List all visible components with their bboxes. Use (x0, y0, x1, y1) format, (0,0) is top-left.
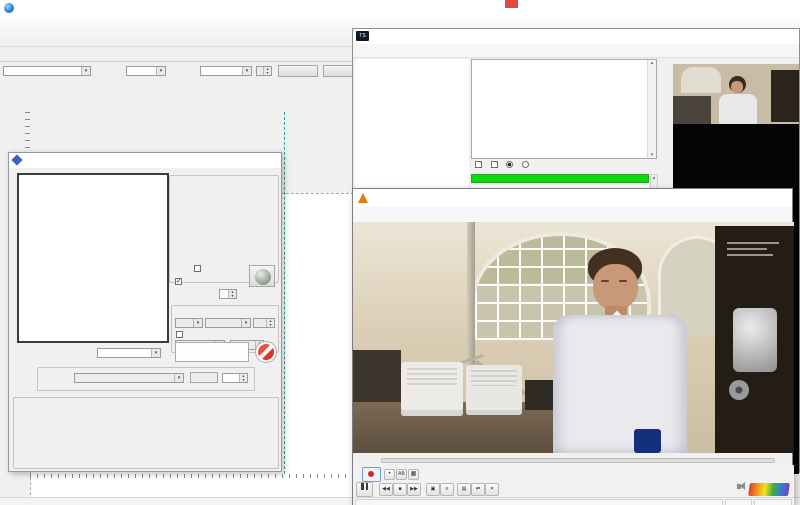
port-spinner[interactable] (253, 318, 275, 328)
vlc-controls: • AB ▦ ◀◀ ■ ▶▶ ▣ ≡ ▤ ⇄ ✕ (353, 465, 794, 497)
loop-button[interactable]: ⇄ (471, 483, 485, 496)
crazyscan-titlebar (0, 0, 800, 17)
dot-size-spinner[interactable] (219, 289, 237, 299)
background-close-button-fragment[interactable] (505, 0, 518, 8)
active-pids-row (471, 161, 657, 173)
thumb-window (681, 67, 721, 93)
previous-button[interactable]: ◀◀ (379, 483, 393, 496)
microphone-flag (634, 429, 661, 453)
detect-interval-spinner[interactable] (222, 373, 248, 383)
tsreader-titlebar[interactable]: TS (353, 29, 799, 44)
globe-button[interactable] (249, 265, 275, 287)
vlc-video-frame[interactable] (353, 222, 794, 453)
positioner-button[interactable] (278, 65, 318, 77)
carrier-search-dialog (8, 152, 282, 472)
dialog-help-button[interactable] (253, 155, 265, 166)
pid-rate-bar (471, 174, 649, 183)
exhibition-banner (715, 226, 794, 453)
snapshot-button[interactable]: • (384, 469, 395, 480)
exhibit-device-1 (401, 362, 463, 416)
volume-icon[interactable] (737, 484, 741, 489)
stream-to-file-checkbox[interactable] (176, 331, 186, 339)
blind-results-group (13, 397, 279, 469)
sort-by-pid-radio[interactable] (522, 163, 532, 169)
tsreader-menubar (353, 44, 799, 58)
pls-search-checkbox[interactable] (194, 265, 204, 273)
vlc-statusbar (353, 497, 794, 505)
globe-icon (255, 269, 271, 285)
info-scrollbar[interactable] (647, 60, 656, 158)
exhibit-device-2 (466, 365, 522, 415)
dialog-titlebar[interactable] (9, 153, 281, 168)
sort-by-rate-radio[interactable] (506, 163, 516, 169)
seek-slider[interactable] (381, 458, 775, 463)
vlc-menubar (353, 207, 792, 223)
thumb-equipment (673, 96, 711, 124)
sort-descending-checkbox[interactable] (491, 163, 501, 169)
vlc-cone-icon (358, 193, 368, 203)
vlc-minimize-button[interactable] (734, 189, 752, 205)
stop-button[interactable]: ■ (393, 483, 407, 496)
detect-button[interactable] (190, 372, 218, 383)
blind-search-checkbox[interactable] (175, 278, 185, 285)
protocol-select[interactable] (175, 318, 203, 328)
pause-button[interactable] (356, 482, 373, 497)
banner-device-image (733, 308, 777, 372)
tsreader-tree (355, 59, 469, 190)
iqscan-select[interactable] (97, 348, 161, 358)
dialog-close-button[interactable] (267, 155, 279, 166)
thumb-presenter-face (731, 81, 743, 93)
exhibit-device-3 (525, 380, 553, 410)
vlc-seek-row (353, 453, 794, 465)
next-button[interactable]: ▶▶ (407, 483, 421, 496)
tsreader-info-pane (471, 59, 657, 159)
tuner-select[interactable] (3, 66, 91, 76)
screen: TS ▴ (0, 0, 800, 505)
stream-url (355, 499, 723, 505)
random-button[interactable]: ✕ (485, 483, 499, 496)
vlc-maximize-button[interactable] (753, 189, 771, 205)
banner-wheel-image (729, 380, 749, 400)
tv-logo (748, 483, 790, 496)
vlc-titlebar[interactable] (353, 189, 792, 207)
x-axis-minor-ticks (30, 474, 352, 478)
presenter-shirt (553, 315, 687, 453)
modcode-select[interactable] (74, 373, 184, 383)
extended-settings-button[interactable]: ≡ (440, 483, 454, 496)
video-decode-thumbnail (673, 64, 799, 124)
constellation-icon (11, 154, 22, 165)
stop-icon[interactable] (256, 342, 276, 362)
vlc-window: • AB ▦ ◀◀ ■ ▶▶ ▣ ≡ ▤ ⇄ ✕ (352, 188, 793, 505)
tsreader-icon: TS (356, 31, 369, 41)
disabled-checkbox[interactable] (475, 163, 485, 169)
carrier-marker-line (284, 112, 285, 474)
constellation-plot (17, 173, 169, 343)
record-button[interactable] (362, 467, 381, 482)
thumb-presenter-shirt (719, 94, 757, 124)
diseqc1x-select[interactable] (200, 66, 252, 76)
counter-display (175, 342, 249, 362)
vlc-close-button[interactable] (772, 189, 790, 205)
loop-ab-button[interactable]: AB (396, 469, 407, 480)
modcode-filter-group (37, 367, 255, 391)
crazyscan-app-icon (4, 3, 14, 13)
fullscreen-button[interactable]: ▣ (426, 483, 440, 496)
diseqc10-select[interactable] (126, 66, 166, 76)
playlist-button[interactable]: ▤ (457, 483, 471, 496)
position-spinner[interactable] (256, 66, 272, 76)
time-status[interactable] (754, 499, 792, 505)
presenter-face (593, 264, 638, 310)
frame-button[interactable]: ▦ (408, 469, 419, 480)
playback-rate[interactable] (725, 499, 752, 505)
ip-input[interactable] (205, 318, 251, 328)
thumb-banner (771, 70, 799, 122)
